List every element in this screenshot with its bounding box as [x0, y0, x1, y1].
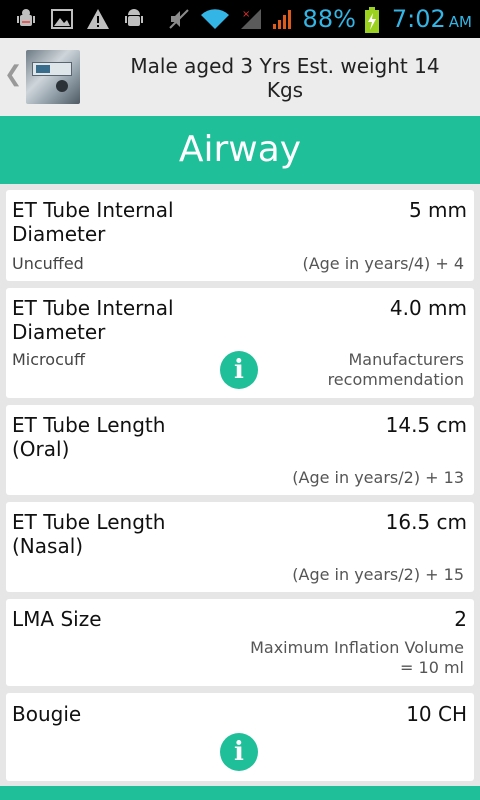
section-header-airway: Airway: [0, 116, 480, 184]
card-label: ET Tube Internal Diameter: [12, 296, 174, 344]
clock-time: 7:02: [391, 5, 446, 33]
back-chevron-icon[interactable]: ❮: [4, 62, 22, 87]
info-icon[interactable]: i: [220, 733, 258, 771]
patient-summary-title: Male aged 3 Yrs Est. weight 14 Kgs: [130, 54, 440, 102]
bottom-accent-bar: [0, 786, 480, 800]
android-icon: [122, 7, 146, 31]
battery-percent: 88%: [302, 5, 356, 33]
card-label: ET Tube Length (Nasal): [12, 510, 166, 558]
card-formula: Manufacturers recommendation: [327, 350, 464, 389]
card-formula: (Age in years/2) + 15: [292, 565, 464, 584]
card-label: LMA Size: [12, 607, 102, 631]
card-formula: (Age in years/2) + 13: [292, 468, 464, 487]
card-value: 14.5 cm: [385, 413, 467, 437]
card-label: Bougie: [12, 702, 82, 726]
logo-knob: [56, 80, 68, 92]
card-lma-size[interactable]: LMA Size 2 Maximum Inflation Volume = 10…: [6, 599, 474, 686]
clock-ampm: AM: [448, 13, 472, 31]
warning-icon: [86, 7, 110, 31]
app-logo[interactable]: [26, 50, 80, 104]
card-value: 16.5 cm: [385, 510, 467, 534]
card-sub: Uncuffed: [12, 254, 84, 273]
card-sub: Microcuff: [12, 350, 86, 369]
app-header: ❮ Male aged 3 Yrs Est. weight 14 Kgs: [0, 38, 480, 116]
card-value: 4.0 mm: [389, 296, 467, 320]
clock: 7:02 AM: [392, 5, 472, 33]
no-signal-icon: ×: [239, 7, 263, 31]
card-bougie[interactable]: Bougie 10 CH i: [6, 693, 474, 781]
card-et-tube-length-oral[interactable]: ET Tube Length (Oral) 14.5 cm (Age in ye…: [6, 405, 474, 495]
card-label: ET Tube Internal Diameter: [12, 198, 174, 246]
card-value: 10 CH: [406, 702, 467, 726]
card-label: ET Tube Length (Oral): [12, 413, 166, 461]
wifi-icon: [199, 7, 231, 31]
card-et-tube-diameter-microcuff[interactable]: ET Tube Internal Diameter 4.0 mm Microcu…: [6, 288, 474, 398]
card-value: 2: [454, 607, 467, 631]
card-formula: (Age in years/4) + 4: [302, 254, 464, 273]
signal-icon: [271, 7, 295, 31]
image-icon: [50, 7, 74, 31]
info-icon[interactable]: i: [220, 351, 258, 389]
android-debug-icon: [14, 7, 38, 31]
svg-text:×: ×: [242, 9, 250, 20]
card-value: 5 mm: [408, 198, 467, 222]
logo-screen: [36, 65, 50, 73]
mute-icon: [167, 7, 191, 31]
card-et-tube-diameter-uncuffed[interactable]: ET Tube Internal Diameter 5 mm Uncuffed …: [6, 190, 474, 281]
status-bar: × 88% 7:02 AM: [0, 0, 480, 38]
battery-charging-icon: [364, 7, 380, 33]
card-formula: Maximum Inflation Volume = 10 ml: [250, 638, 464, 677]
card-et-tube-length-nasal[interactable]: ET Tube Length (Nasal) 16.5 cm (Age in y…: [6, 502, 474, 592]
